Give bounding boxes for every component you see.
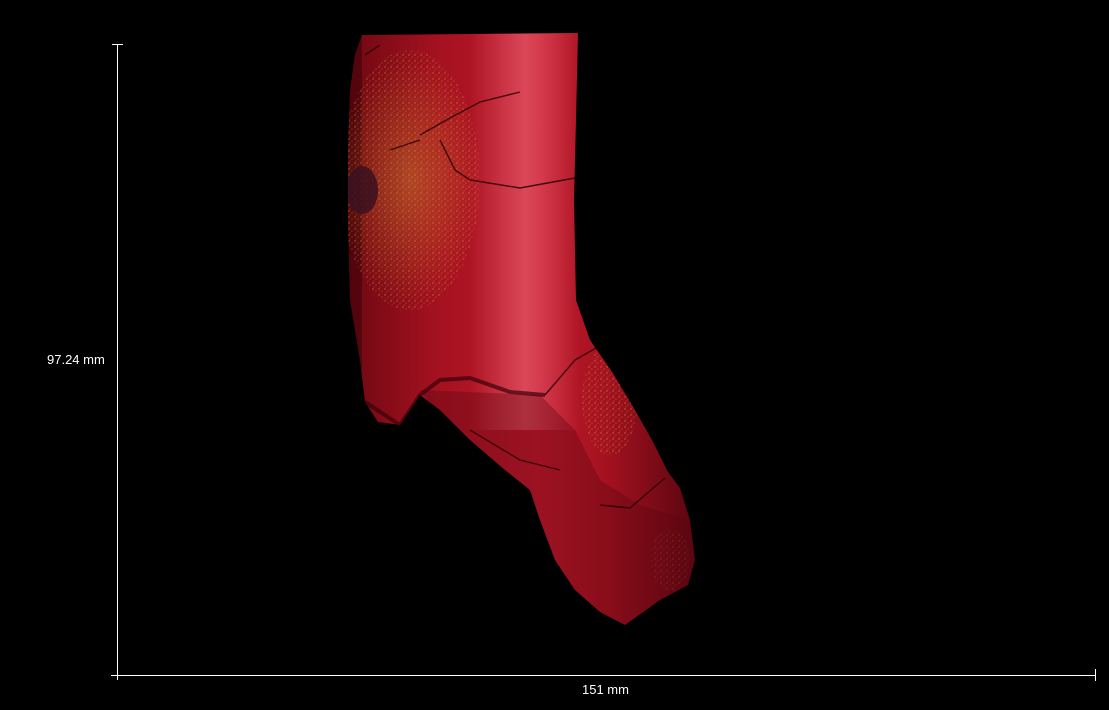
- width-ruler: [111, 669, 1096, 681]
- width-measurement-label: 151 mm: [582, 682, 629, 697]
- bone-fragment-render[interactable]: [340, 30, 695, 630]
- height-ruler: [112, 44, 123, 677]
- 3d-volume-viewport[interactable]: 97.24 mm 151 mm: [0, 0, 1109, 710]
- height-measurement-label: 97.24 mm: [47, 352, 105, 367]
- volume-render-canvas[interactable]: [0, 0, 1109, 710]
